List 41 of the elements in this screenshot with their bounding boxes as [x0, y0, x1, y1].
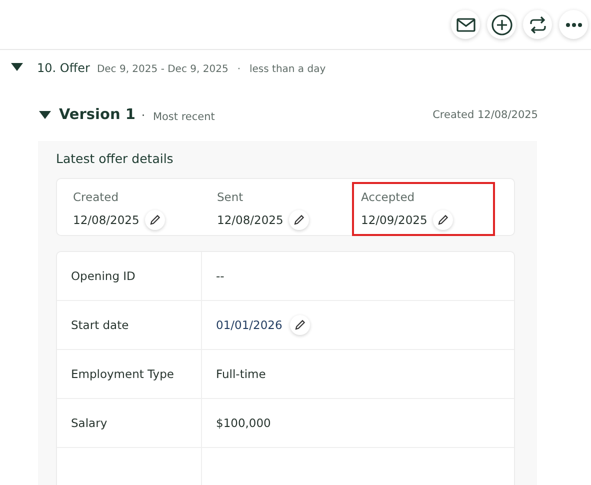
edit-button[interactable]	[290, 315, 310, 335]
stage-duration: less than a day	[250, 64, 326, 75]
field-value: Full-time	[216, 367, 266, 381]
created-date: Created 12/08/2025	[432, 109, 538, 121]
edit-button[interactable]	[289, 210, 310, 230]
date-value: 12/08/2025	[73, 213, 140, 227]
date-label: Sent	[217, 190, 244, 204]
date-label: Created	[73, 190, 120, 204]
edit-button[interactable]	[433, 210, 454, 230]
field-label: Employment Type	[71, 367, 174, 381]
field-value: 01/01/2026	[216, 318, 282, 332]
separator-dot: ·	[141, 108, 145, 122]
separator-dot: ·	[237, 64, 240, 75]
more-button[interactable]	[559, 10, 588, 39]
panel-title: Latest offer details	[56, 151, 174, 166]
date-value: 12/09/2025	[361, 213, 428, 227]
field-value: --	[216, 269, 224, 283]
field-value: $100,000	[216, 416, 271, 430]
field-label: Opening ID	[71, 269, 136, 283]
pencil-icon	[294, 319, 306, 331]
version-title: Version 1	[59, 107, 136, 123]
pencil-icon	[437, 214, 450, 226]
pencil-icon	[293, 214, 306, 226]
version-tag: Most recent	[152, 111, 215, 123]
date-label: Accepted	[361, 190, 416, 204]
stage-title: 10. Offer	[37, 61, 90, 75]
more-icon	[564, 22, 582, 28]
mail-button[interactable]	[451, 10, 480, 39]
date-value: 12/08/2025	[217, 213, 284, 227]
sync-button[interactable]	[523, 10, 552, 39]
sync-icon	[528, 14, 548, 34]
collapse-caret-icon[interactable]	[39, 110, 51, 120]
field-label: Salary	[71, 416, 108, 430]
pencil-icon	[149, 214, 162, 226]
field-label: Start date	[71, 318, 129, 332]
collapse-caret-icon[interactable]	[11, 62, 23, 72]
edit-button[interactable]	[145, 210, 166, 230]
envelope-icon	[456, 16, 476, 32]
stage-dates: Dec 9, 2025 - Dec 9, 2025	[96, 64, 228, 75]
add-icon	[490, 14, 512, 36]
add-button[interactable]	[487, 10, 516, 39]
